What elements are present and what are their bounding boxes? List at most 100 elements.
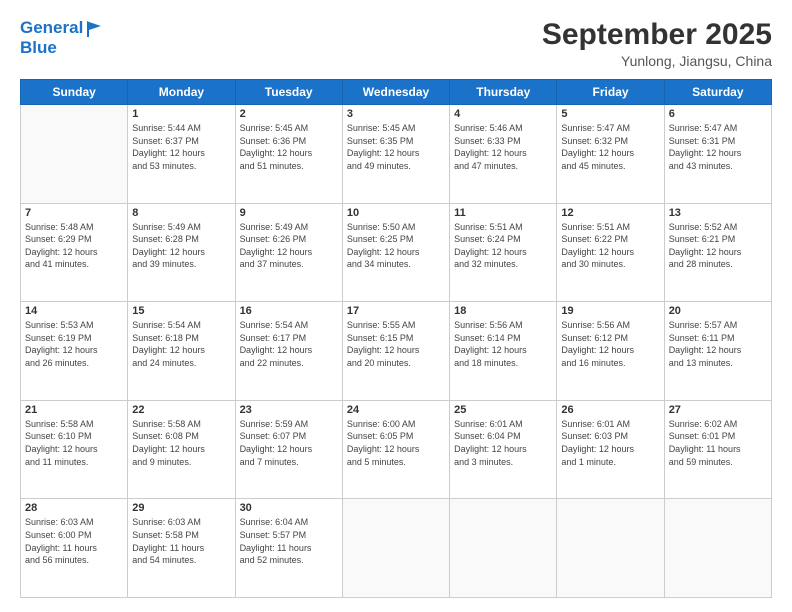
day-number: 25 [454, 404, 552, 416]
day-info: Sunrise: 5:59 AMSunset: 6:07 PMDaylight:… [240, 418, 338, 468]
table-row: 14Sunrise: 5:53 AMSunset: 6:19 PMDayligh… [21, 302, 128, 401]
day-number: 24 [347, 404, 445, 416]
day-info: Sunrise: 5:52 AMSunset: 6:21 PMDaylight:… [669, 221, 767, 271]
table-row: 9 Sunrise: 5:49 AMSunset: 6:26 PMDaylight… [235, 203, 342, 302]
table-row: 1 Sunrise: 5:44 AMSunset: 6:37 PMDaylight… [128, 105, 235, 204]
day-number: 8 [132, 207, 230, 219]
table-row: 12 Sunrise: 5:51 AMSunset: 6:22 PMDayligh… [557, 203, 664, 302]
col-monday: Monday [128, 80, 235, 105]
day-number: 2 [240, 108, 338, 120]
table-row: 2 Sunrise: 5:45 AMSunset: 6:36 PMDaylight… [235, 105, 342, 204]
logo-general: General [20, 18, 83, 37]
table-row: 4 Sunrise: 5:46 AMSunset: 6:33 PMDaylight… [450, 105, 557, 204]
day-info: Sunrise: 6:00 AMSunset: 6:05 PMDaylight:… [347, 418, 445, 468]
day-info: Sunrise: 5:45 AMSunset: 6:36 PMDaylight:… [240, 122, 338, 172]
table-row: 26Sunrise: 6:01 AMSunset: 6:03 PMDayligh… [557, 400, 664, 499]
table-row: 13 Sunrise: 5:52 AMSunset: 6:21 PMDayligh… [664, 203, 771, 302]
header: General Blue September 2025 Yunlong, Jia… [20, 18, 772, 69]
day-number: 15 [132, 305, 230, 317]
table-row: 7 Sunrise: 5:48 AMSunset: 6:29 PMDaylight… [21, 203, 128, 302]
day-info: Sunrise: 6:03 AMSunset: 6:00 PMDaylight:… [25, 516, 123, 566]
day-number: 9 [240, 207, 338, 219]
table-row: 8 Sunrise: 5:49 AMSunset: 6:28 PMDaylight… [128, 203, 235, 302]
day-number: 1 [132, 108, 230, 120]
day-number: 28 [25, 502, 123, 514]
table-row: 11 Sunrise: 5:51 AMSunset: 6:24 PMDayligh… [450, 203, 557, 302]
day-number: 29 [132, 502, 230, 514]
table-row [450, 499, 557, 598]
col-saturday: Saturday [664, 80, 771, 105]
calendar-week-row: 7 Sunrise: 5:48 AMSunset: 6:29 PMDaylight… [21, 203, 772, 302]
day-info: Sunrise: 5:49 AMSunset: 6:26 PMDaylight:… [240, 221, 338, 271]
day-number: 18 [454, 305, 552, 317]
day-info: Sunrise: 5:51 AMSunset: 6:22 PMDaylight:… [561, 221, 659, 271]
day-info: Sunrise: 5:57 AMSunset: 6:11 PMDaylight:… [669, 319, 767, 369]
calendar-header: Sunday Monday Tuesday Wednesday Thursday… [21, 80, 772, 105]
day-info: Sunrise: 5:46 AMSunset: 6:33 PMDaylight:… [454, 122, 552, 172]
table-row: 5 Sunrise: 5:47 AMSunset: 6:32 PMDaylight… [557, 105, 664, 204]
day-number: 23 [240, 404, 338, 416]
calendar-week-row: 28 Sunrise: 6:03 AMSunset: 6:00 PMDayligh… [21, 499, 772, 598]
table-row: 17 Sunrise: 5:55 AMSunset: 6:15 PMDayligh… [342, 302, 449, 401]
col-wednesday: Wednesday [342, 80, 449, 105]
day-number: 30 [240, 502, 338, 514]
table-row: 22 Sunrise: 5:58 AMSunset: 6:08 PMDayligh… [128, 400, 235, 499]
day-info: Sunrise: 5:48 AMSunset: 6:29 PMDaylight:… [25, 221, 123, 271]
day-number: 7 [25, 207, 123, 219]
table-row [21, 105, 128, 204]
day-info: Sunrise: 6:04 AMSunset: 5:57 PMDaylight:… [240, 516, 338, 566]
day-number: 19 [561, 305, 659, 317]
day-number: 17 [347, 305, 445, 317]
table-row [664, 499, 771, 598]
day-number: 11 [454, 207, 552, 219]
day-info: Sunrise: 6:01 AMSunset: 6:03 PMDaylight:… [561, 418, 659, 468]
day-number: 12 [561, 207, 659, 219]
day-number: 20 [669, 305, 767, 317]
col-thursday: Thursday [450, 80, 557, 105]
day-number: 27 [669, 404, 767, 416]
day-number: 5 [561, 108, 659, 120]
month-title: September 2025 [542, 18, 772, 51]
table-row [557, 499, 664, 598]
table-row: 20 Sunrise: 5:57 AMSunset: 6:11 PMDayligh… [664, 302, 771, 401]
day-info: Sunrise: 5:54 AMSunset: 6:17 PMDaylight:… [240, 319, 338, 369]
day-info: Sunrise: 5:54 AMSunset: 6:18 PMDaylight:… [132, 319, 230, 369]
table-row: 16 Sunrise: 5:54 AMSunset: 6:17 PMDayligh… [235, 302, 342, 401]
day-info: Sunrise: 5:44 AMSunset: 6:37 PMDaylight:… [132, 122, 230, 172]
table-row: 18 Sunrise: 5:56 AMSunset: 6:14 PMDayligh… [450, 302, 557, 401]
col-tuesday: Tuesday [235, 80, 342, 105]
day-number: 6 [669, 108, 767, 120]
table-row [342, 499, 449, 598]
day-number: 14 [25, 305, 123, 317]
day-info: Sunrise: 5:50 AMSunset: 6:25 PMDaylight:… [347, 221, 445, 271]
table-row: 3Sunrise: 5:45 AMSunset: 6:35 PMDaylight… [342, 105, 449, 204]
page: General Blue September 2025 Yunlong, Jia… [0, 0, 792, 612]
table-row: 28 Sunrise: 6:03 AMSunset: 6:00 PMDayligh… [21, 499, 128, 598]
table-row: 29 Sunrise: 6:03 AMSunset: 5:58 PMDayligh… [128, 499, 235, 598]
day-number: 16 [240, 305, 338, 317]
day-info: Sunrise: 5:58 AMSunset: 6:10 PMDaylight:… [25, 418, 123, 468]
day-number: 13 [669, 207, 767, 219]
day-info: Sunrise: 5:45 AMSunset: 6:35 PMDaylight:… [347, 122, 445, 172]
day-info: Sunrise: 5:49 AMSunset: 6:28 PMDaylight:… [132, 221, 230, 271]
calendar-week-row: 1 Sunrise: 5:44 AMSunset: 6:37 PMDaylight… [21, 105, 772, 204]
table-row: 23 Sunrise: 5:59 AMSunset: 6:07 PMDayligh… [235, 400, 342, 499]
day-info: Sunrise: 5:55 AMSunset: 6:15 PMDaylight:… [347, 319, 445, 369]
day-info: Sunrise: 6:01 AMSunset: 6:04 PMDaylight:… [454, 418, 552, 468]
day-number: 22 [132, 404, 230, 416]
calendar-body: 1 Sunrise: 5:44 AMSunset: 6:37 PMDaylight… [21, 105, 772, 598]
table-row: 15 Sunrise: 5:54 AMSunset: 6:18 PMDayligh… [128, 302, 235, 401]
calendar-table: Sunday Monday Tuesday Wednesday Thursday… [20, 79, 772, 598]
logo: General Blue [20, 18, 103, 57]
day-info: Sunrise: 6:03 AMSunset: 5:58 PMDaylight:… [132, 516, 230, 566]
col-sunday: Sunday [21, 80, 128, 105]
table-row: 21Sunrise: 5:58 AMSunset: 6:10 PMDayligh… [21, 400, 128, 499]
table-row: 19Sunrise: 5:56 AMSunset: 6:12 PMDayligh… [557, 302, 664, 401]
day-info: Sunrise: 5:47 AMSunset: 6:32 PMDaylight:… [561, 122, 659, 172]
day-info: Sunrise: 5:56 AMSunset: 6:14 PMDaylight:… [454, 319, 552, 369]
title-section: September 2025 Yunlong, Jiangsu, China [542, 18, 772, 69]
day-info: Sunrise: 5:58 AMSunset: 6:08 PMDaylight:… [132, 418, 230, 468]
day-info: Sunrise: 5:51 AMSunset: 6:24 PMDaylight:… [454, 221, 552, 271]
table-row: 30 Sunrise: 6:04 AMSunset: 5:57 PMDayligh… [235, 499, 342, 598]
day-number: 4 [454, 108, 552, 120]
